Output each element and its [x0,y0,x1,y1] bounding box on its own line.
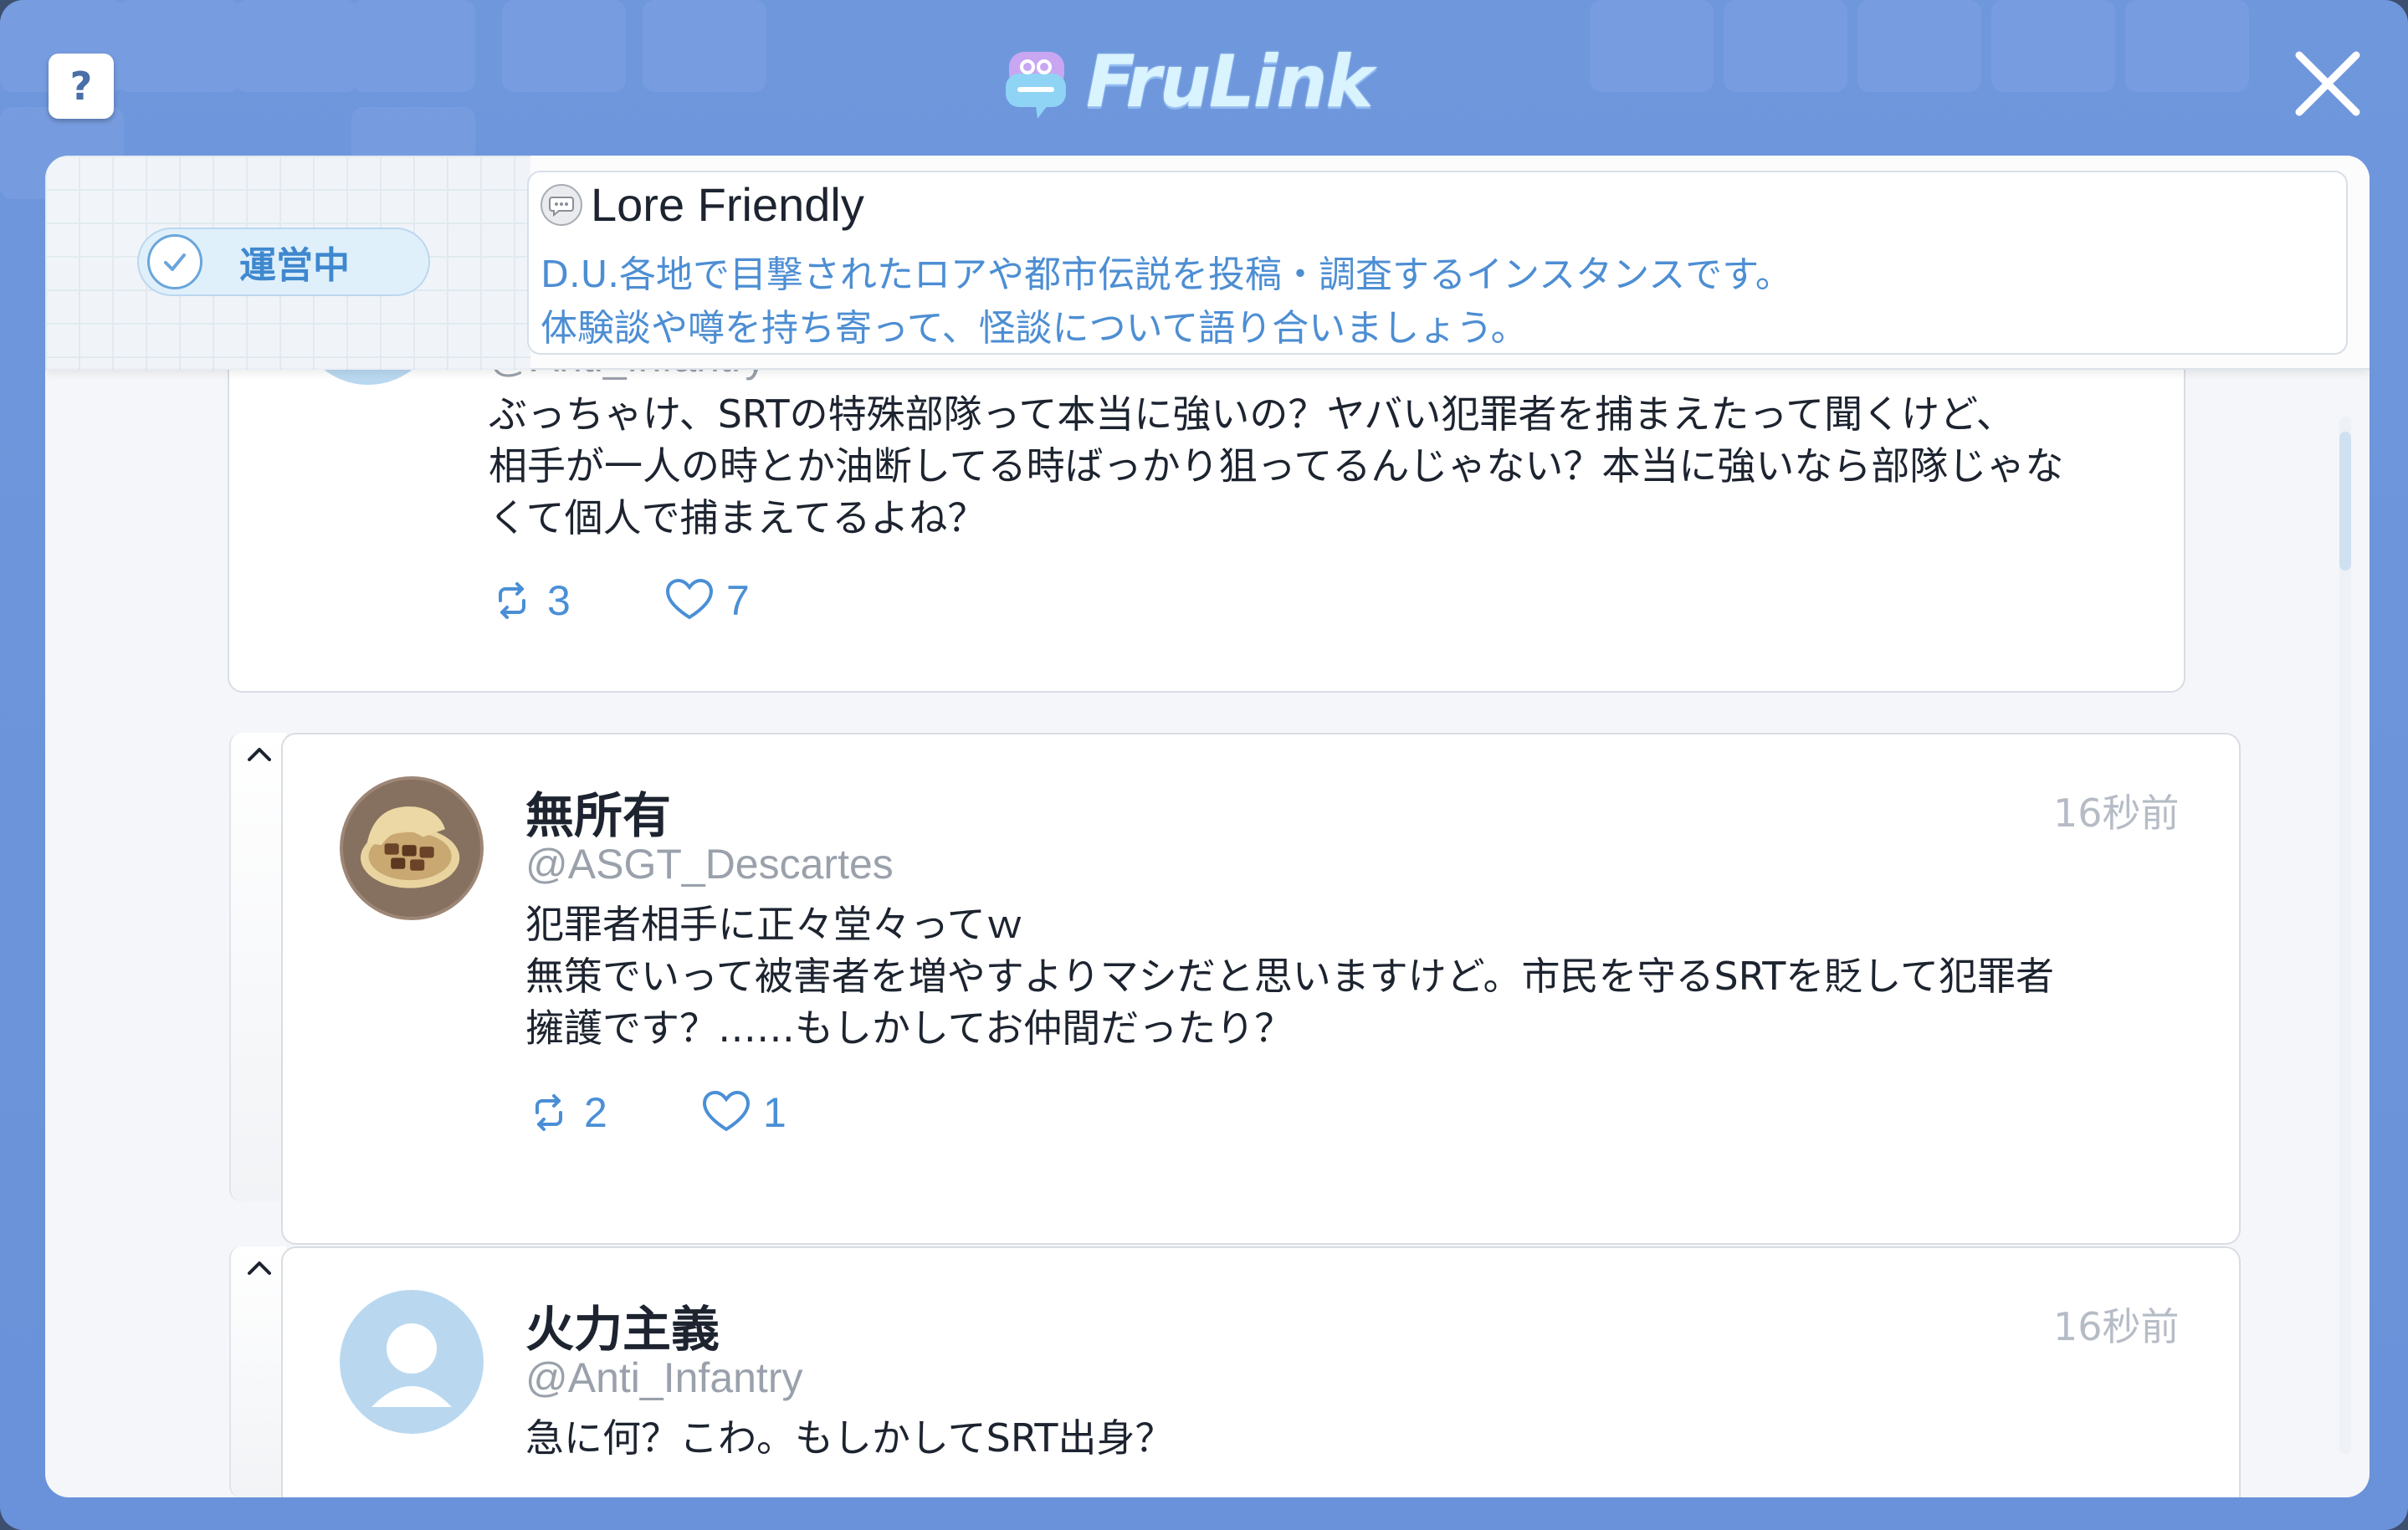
avatar[interactable] [340,1290,484,1434]
brand: FruLink [1004,40,1374,124]
collapse-thread-button[interactable] [229,733,286,1201]
scrollbar-track[interactable] [2339,417,2351,1454]
post-card: 火力主義 16秒前 @Anti_Infantry 急に何？こわ。もしかしてSRT… [281,1246,2241,1497]
repost-button[interactable]: 2 [525,1086,607,1139]
default-user-icon [371,1323,452,1407]
post-handle: @Anti_Infantry [525,1354,803,1401]
like-count: 7 [726,577,750,624]
chat-bubbles-logo-icon [1006,52,1066,119]
chevron-up-icon [244,1253,274,1283]
avatar[interactable] [340,776,484,920]
instance-description-line: D.U.各地で目撃されたロアや都市伝説を投稿・調査するインスタンスです。 [541,253,1792,296]
post-text-line: 擁護です？……もしかしてお仲間だったり？ [525,1006,1294,1051]
like-button[interactable]: 7 [664,574,750,627]
post-text-line: ぶっちゃけ、SRTの特殊部隊って本当に強いの？ヤバい犯罪者を捕まえたって聞くけど… [489,391,2015,437]
instance-banner: 運営中 Lore Friendly D.U.各地で目撃されたロアや都市伝説を投稿… [45,156,2370,370]
main-panel: @Anti_Infantry ぶっちゃけ、SRTの特殊部隊って本当に強いの？ヤバ… [45,156,2370,1497]
instance-description-line: 体験談や噂を持ち寄って、怪談について語り合いましょう。 [541,307,1528,350]
speech-bubble-icon [541,183,582,226]
repost-count: 2 [584,1089,607,1136]
like-count: 1 [763,1089,786,1136]
heart-icon [702,1090,751,1132]
post-author-name: 火力主義 [525,1301,720,1358]
instance-title: Lore Friendly [591,178,864,231]
collapse-thread-button[interactable] [229,1246,286,1497]
brand-name: FruLink [1086,40,1374,124]
post-card: 無所有 16秒前 @ASGT_Descartes 犯罪者相手に正々堂々ってｗ 無… [281,733,2241,1245]
instance-description: Lore Friendly D.U.各地で目撃されたロアや都市伝説を投稿・調査す… [527,171,2348,355]
post-timestamp: 16秒前 [2053,791,2180,836]
heart-icon [665,578,714,620]
repost-button[interactable]: 3 [489,574,571,627]
post-author-name: 無所有 [525,787,672,844]
repost-icon [499,582,525,619]
chocolate-box-avatar-icon [360,806,460,888]
chevron-up-icon [244,739,274,770]
help-button[interactable]: ? [49,54,114,119]
instance-title-row: Lore Friendly [541,177,864,232]
post-text-line: 犯罪者相手に正々堂々ってｗ [525,902,1024,947]
post-timestamp: 16秒前 [2053,1304,2180,1349]
status-label: 運営中 [239,244,350,287]
check-icon [147,234,202,289]
scrollbar-thumb[interactable] [2339,432,2351,571]
post-text-line: 相手が一人の時とか油断してる時ばっかり狙ってるんじゃない？本当に強いなら部隊じゃ… [489,443,2064,489]
repost-count: 3 [547,577,571,624]
post-text-line: 無策でいって被害者を増やすよりマシだと思いますけど。市民を守るSRTを貶して犯罪… [525,954,2055,999]
like-button[interactable]: 1 [701,1086,786,1139]
help-label: ? [69,64,93,109]
close-icon[interactable] [2291,47,2364,120]
app-window: ? FruLink @Anti_In [0,0,2408,1530]
post-handle: @ASGT_Descartes [525,841,894,888]
post-text-line: くて個人で捕まえてるよね？ [489,495,986,540]
status-badge: 運営中 [137,228,430,296]
repost-icon [535,1094,562,1131]
post-text-line: 急に何？こわ。もしかしてSRT出身？ [525,1415,1174,1461]
